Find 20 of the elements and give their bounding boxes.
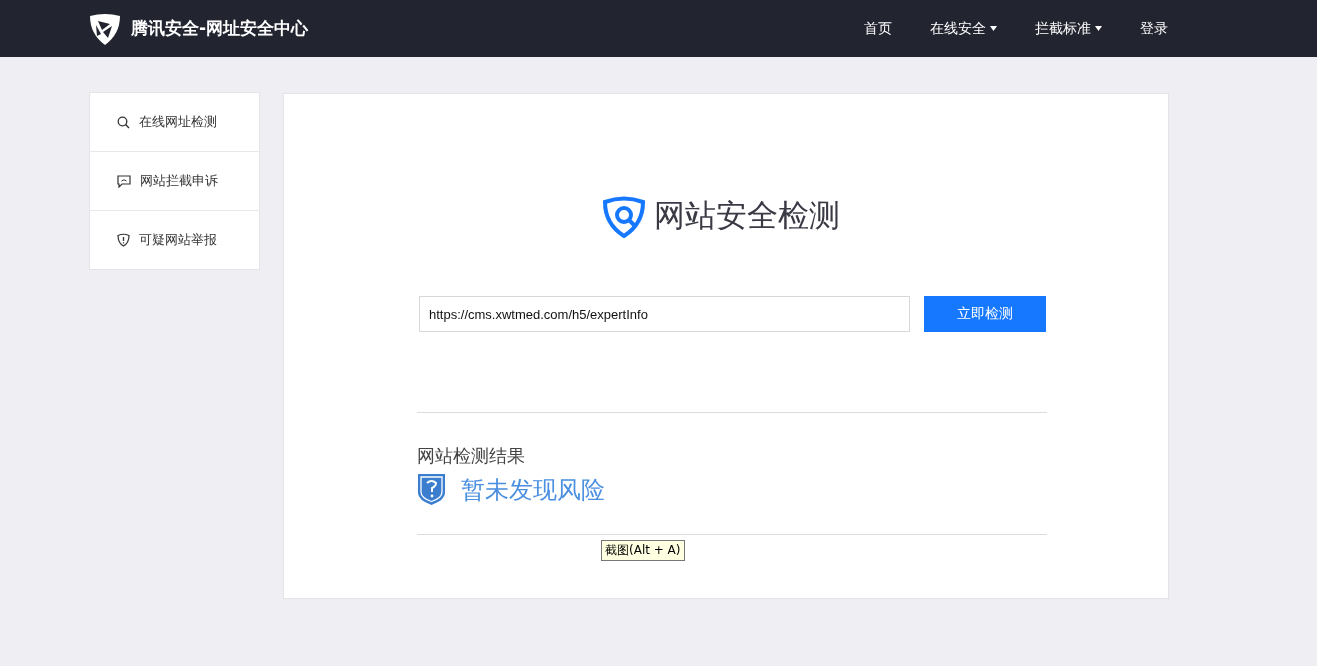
- nav-link[interactable]: 登录: [1140, 19, 1168, 38]
- tooltip: 截图(Alt + A): [601, 540, 685, 561]
- shield-icon: [117, 233, 130, 247]
- result-status: 暂未发现风险: [461, 474, 605, 506]
- logo-icon: [88, 11, 122, 46]
- nav-link[interactable]: 拦截标准: [1035, 19, 1102, 38]
- comment-icon: [117, 174, 131, 188]
- site-title: 腾讯安全-网址安全中心: [131, 17, 309, 40]
- result-heading: 网站检测结果: [417, 444, 526, 468]
- shield-search-icon: [602, 194, 646, 238]
- sidebar-item[interactable]: 可疑网站举报: [90, 211, 259, 269]
- search-icon: [117, 115, 130, 129]
- nav-link[interactable]: 在线安全: [930, 19, 997, 38]
- shield-question-icon: [417, 473, 446, 506]
- page-title: 网站安全检测: [654, 196, 840, 235]
- nav-link[interactable]: 首页: [864, 19, 892, 38]
- sidebar-item[interactable]: 在线网址检测: [90, 93, 259, 152]
- check-button[interactable]: 立即检测: [924, 296, 1046, 332]
- url-input-field[interactable]: https://cms.xwtmed.com/h5/expertInfo: [419, 296, 910, 332]
- sidebar-item[interactable]: 网站拦截申诉: [90, 152, 259, 211]
